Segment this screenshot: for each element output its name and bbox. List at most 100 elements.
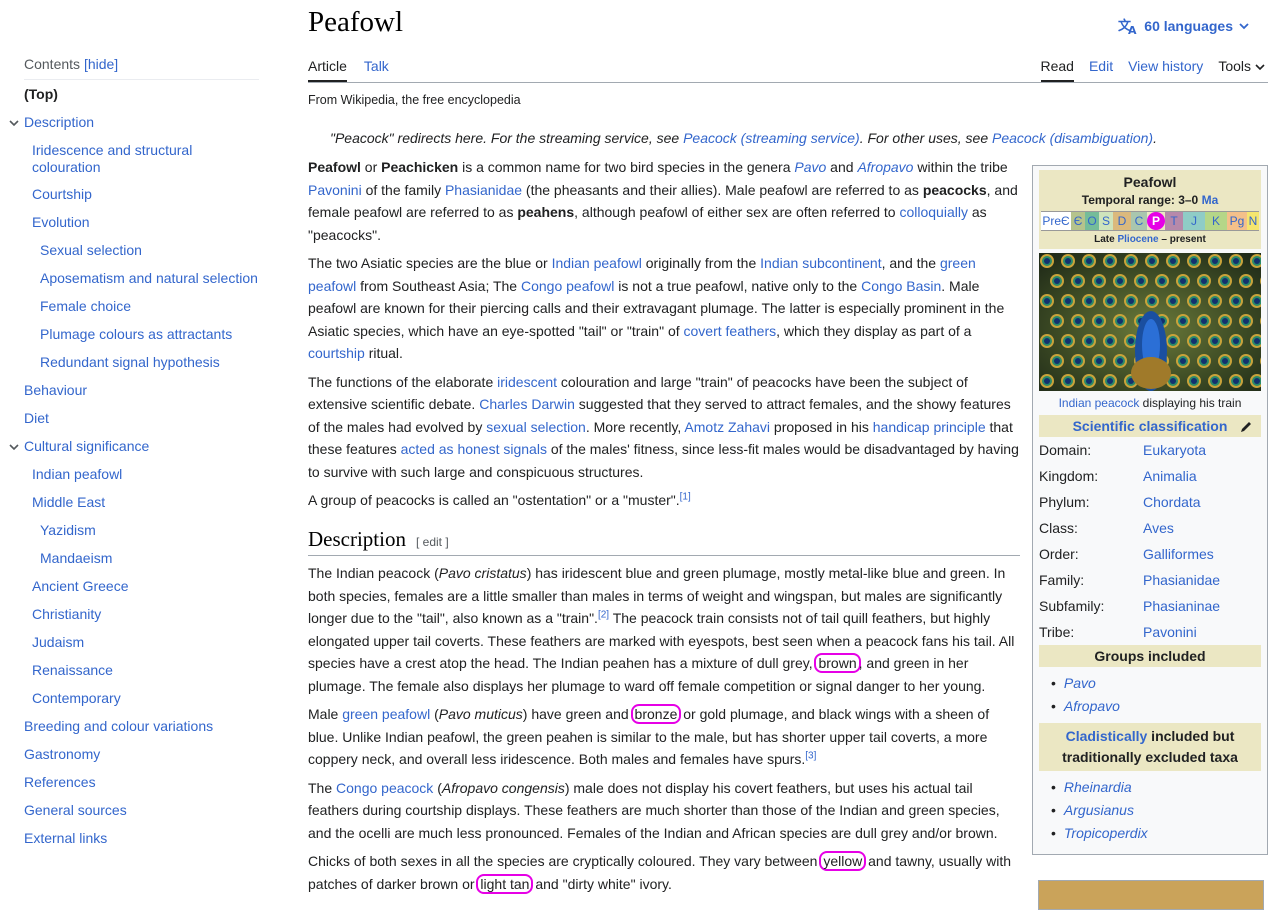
link-handicap-principle[interactable]: handicap principle [873,419,986,435]
toc-item[interactable]: Evolution [32,214,90,231]
toc-item[interactable]: References [24,774,96,791]
classification-taxon-link[interactable]: Animalia [1143,468,1197,484]
link-congo-basin[interactable]: Congo Basin [861,278,941,294]
link-congo-peafowl[interactable]: Congo peafowl [521,278,614,294]
toc-item[interactable]: Gastronomy [24,746,100,763]
tab-article[interactable]: Article [308,58,347,82]
article-body: Peafowl or Peachicken is a common name f… [308,156,1020,901]
tab-read[interactable]: Read [1040,58,1074,82]
reference-link[interactable]: [3] [805,750,816,761]
hatnote-link-streaming[interactable]: Peacock (streaming service) [683,130,860,146]
classification-taxon-link[interactable]: Phasianidae [1143,572,1220,588]
taxon-link[interactable]: Rheinardia [1051,776,1261,799]
link-covert-feathers[interactable]: covert feathers [684,323,777,339]
timeline-period[interactable]: C [1131,212,1147,230]
toc-item[interactable]: Christianity [32,606,101,623]
link-pavonini[interactable]: Pavonini [308,182,362,198]
toc-item[interactable]: Cultural significance [24,438,149,455]
link-indian-peafowl[interactable]: Indian peafowl [552,255,642,271]
timeline-period[interactable]: K [1205,212,1227,230]
peacock-image[interactable] [1039,253,1261,391]
timeline-period[interactable]: Pg [1227,212,1247,230]
link-colloquially[interactable]: colloquially [899,204,967,220]
toc-item[interactable]: Aposematism and natural selection [40,270,258,287]
reference-link[interactable]: [1] [680,491,691,502]
classification-taxon-link[interactable]: Chordata [1143,494,1201,510]
toc-item[interactable]: Yazidism [40,522,96,539]
link-pavo[interactable]: Pavo [794,159,826,175]
toc-item[interactable]: Renaissance [32,662,113,679]
link-green-peafowl[interactable]: green peafowl [342,706,430,722]
toc-item[interactable]: Iridescence and structural colouration [32,142,232,176]
classification-taxon-link[interactable]: Galliformes [1143,546,1214,562]
tab-view-history[interactable]: View history [1128,58,1203,82]
section-edit-link[interactable]: [ edit ] [416,535,449,549]
link-cladistically[interactable]: Cladistically [1066,728,1148,744]
toc-item[interactable]: Description [24,114,94,131]
toc-item[interactable]: Judaism [32,634,84,651]
toc-item[interactable]: Ancient Greece [32,578,129,595]
toc-hide-link[interactable]: [hide] [84,56,118,72]
chevron-down-icon[interactable] [9,442,19,452]
link-pliocene[interactable]: Pliocene [1117,234,1158,245]
link-afropavo[interactable]: Afropavo [857,159,913,175]
link-charles-darwin[interactable]: Charles Darwin [479,396,575,412]
classification-taxon-link[interactable]: Eukaryota [1143,442,1206,458]
timeline-period[interactable]: D [1113,212,1131,230]
timeline-period[interactable]: N [1247,212,1259,230]
lead-paragraph-1: Peafowl or Peachicken is a common name f… [308,159,1018,243]
toc-item[interactable]: Redundant signal hypothesis [40,354,220,371]
toc-item[interactable]: Plumage colours as attractants [40,326,232,343]
toc-item[interactable]: Mandaeism [40,550,112,567]
taxon-link[interactable]: Argusianus [1051,799,1261,822]
pencil-icon[interactable] [1239,420,1253,434]
timeline-period[interactable]: Є [1071,212,1085,230]
taxon-link[interactable]: Tropicoperdix [1051,822,1261,845]
toc-item[interactable]: Middle East [32,494,105,511]
timeline-period[interactable]: PreЄ [1041,212,1071,230]
tab-edit[interactable]: Edit [1089,58,1113,82]
classification-taxon-link[interactable]: Pavonini [1143,624,1197,640]
classification-taxon-link[interactable]: Aves [1143,520,1174,536]
reference-link[interactable]: [2] [598,609,609,620]
toc-item[interactable]: Breeding and colour variations [24,718,213,735]
toc-item[interactable]: External links [24,830,107,847]
link-congo-peacock[interactable]: Congo peacock [336,780,433,796]
classification-rank: Class: [1039,520,1078,536]
language-button[interactable]: 文 A 60 languages [1118,17,1249,35]
tools-menu[interactable]: Tools [1218,58,1265,82]
link-indian-subcontinent[interactable]: Indian subcontinent [760,255,881,271]
svg-text:A: A [1128,24,1137,35]
taxon-link[interactable]: Pavo [1051,672,1261,695]
toc-item[interactable]: Female choice [40,298,131,315]
chevron-down-icon[interactable] [9,118,19,128]
link-honest-signals[interactable]: acted as honest signals [401,441,547,457]
hatnote-link-disambiguation[interactable]: Peacock (disambiguation) [992,130,1153,146]
timeline-period[interactable]: J [1183,212,1205,230]
timeline-period[interactable]: P [1147,212,1165,230]
toc-item[interactable]: Behaviour [24,382,87,399]
link-courtship[interactable]: courtship [308,345,365,361]
toc-item[interactable]: (Top) [24,86,58,103]
link-indian-peacock[interactable]: Indian peacock [1059,396,1140,410]
link-sexual-selection[interactable]: sexual selection [486,419,586,435]
link-iridescent[interactable]: iridescent [497,374,557,390]
timeline-period[interactable]: T [1165,212,1183,230]
timeline-period[interactable]: S [1099,212,1113,230]
link-scientific-classification[interactable]: Scientific classification [1073,418,1228,434]
timeline-period[interactable]: O [1085,212,1099,230]
toc-item[interactable]: Sexual selection [40,242,142,259]
tab-talk[interactable]: Talk [364,58,389,82]
link-amotz-zahavi[interactable]: Amotz Zahavi [684,419,770,435]
lead-paragraph-2: The two Asiatic species are the blue or … [308,255,1005,361]
toc-item[interactable]: Indian peafowl [32,466,122,483]
toc-item[interactable]: Contemporary [32,690,121,707]
link-phasianidae[interactable]: Phasianidae [445,182,522,198]
toc-item[interactable]: Courtship [32,186,92,203]
link-ma[interactable]: Ma [1202,193,1219,207]
taxon-link[interactable]: Afropavo [1051,695,1261,718]
classification-taxon-link[interactable]: Phasianinae [1143,598,1220,614]
classification-row: Tribe: Pavonini [1039,619,1261,645]
toc-item[interactable]: Diet [24,410,49,427]
toc-item[interactable]: General sources [24,802,127,819]
